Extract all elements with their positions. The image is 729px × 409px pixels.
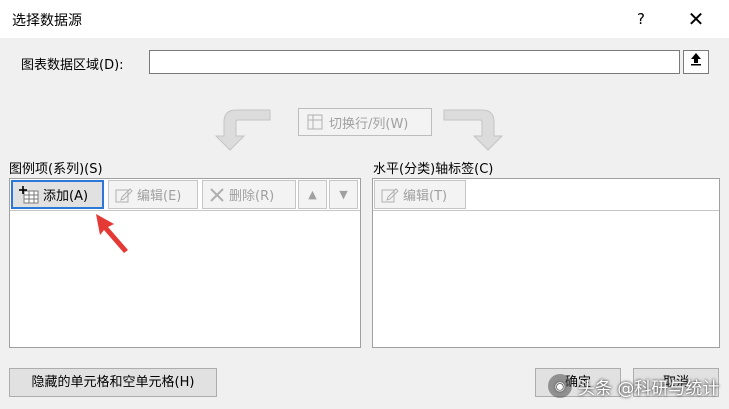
watermark: ◉ 头条 @科研与统计 xyxy=(548,368,728,404)
hidden-empty-cells-button[interactable]: 隐藏的单元格和空单元格(H) xyxy=(9,368,217,397)
add-table-icon xyxy=(19,185,39,203)
red-pointer-arrow-icon xyxy=(96,214,128,253)
chart-range-input[interactable] xyxy=(149,50,680,74)
switch-row-column-button[interactable]: 切换行/列(W) xyxy=(298,108,432,136)
delete-series-button[interactable]: 删除(R) xyxy=(202,180,296,209)
add-series-button[interactable]: 添加(A) xyxy=(11,180,104,209)
edit-icon xyxy=(115,187,133,202)
move-up-button[interactable]: ▲ xyxy=(298,180,327,209)
move-down-button[interactable]: ▼ xyxy=(329,180,358,209)
curved-arrow-left-icon xyxy=(214,109,271,151)
axis-toolbar-divider xyxy=(373,210,719,211)
close-button[interactable]: ✕ xyxy=(682,6,710,32)
legend-entries-label: 图例项(系列)(S) xyxy=(9,162,103,177)
chart-range-label: 图表数据区域(D): xyxy=(21,58,124,73)
legend-toolbar-divider xyxy=(10,210,360,211)
edit-axis-labels-button[interactable]: 编辑(T) xyxy=(374,180,466,209)
title-bar: 选择数据源 ? ✕ xyxy=(0,0,729,38)
delete-series-label: 删除(R) xyxy=(229,189,275,204)
axis-labels-label: 水平(分类)轴标签(C) xyxy=(373,162,494,177)
edit-axis-labels-label: 编辑(T) xyxy=(403,189,448,204)
help-button[interactable]: ? xyxy=(628,6,654,32)
switch-row-column-label: 切换行/列(W) xyxy=(329,116,409,132)
add-series-label: 添加(A) xyxy=(43,189,89,204)
move-down-icon: ▼ xyxy=(339,188,348,201)
edit-series-label: 编辑(E) xyxy=(137,189,182,204)
edit-series-button[interactable]: 编辑(E) xyxy=(108,180,198,209)
watermark-text: 头条 @科研与统计 xyxy=(578,378,720,399)
upload-arrow-icon xyxy=(691,53,701,66)
switch-grid-icon xyxy=(307,114,323,130)
delete-x-icon xyxy=(210,187,224,202)
edit-icon xyxy=(381,187,399,202)
move-up-icon: ▲ xyxy=(308,188,317,201)
curved-arrow-right-icon xyxy=(443,109,504,151)
watermark-logo-icon: ◉ xyxy=(548,374,572,398)
dialog-title: 选择数据源 xyxy=(12,13,82,29)
collapse-dialog-button[interactable] xyxy=(683,50,709,74)
